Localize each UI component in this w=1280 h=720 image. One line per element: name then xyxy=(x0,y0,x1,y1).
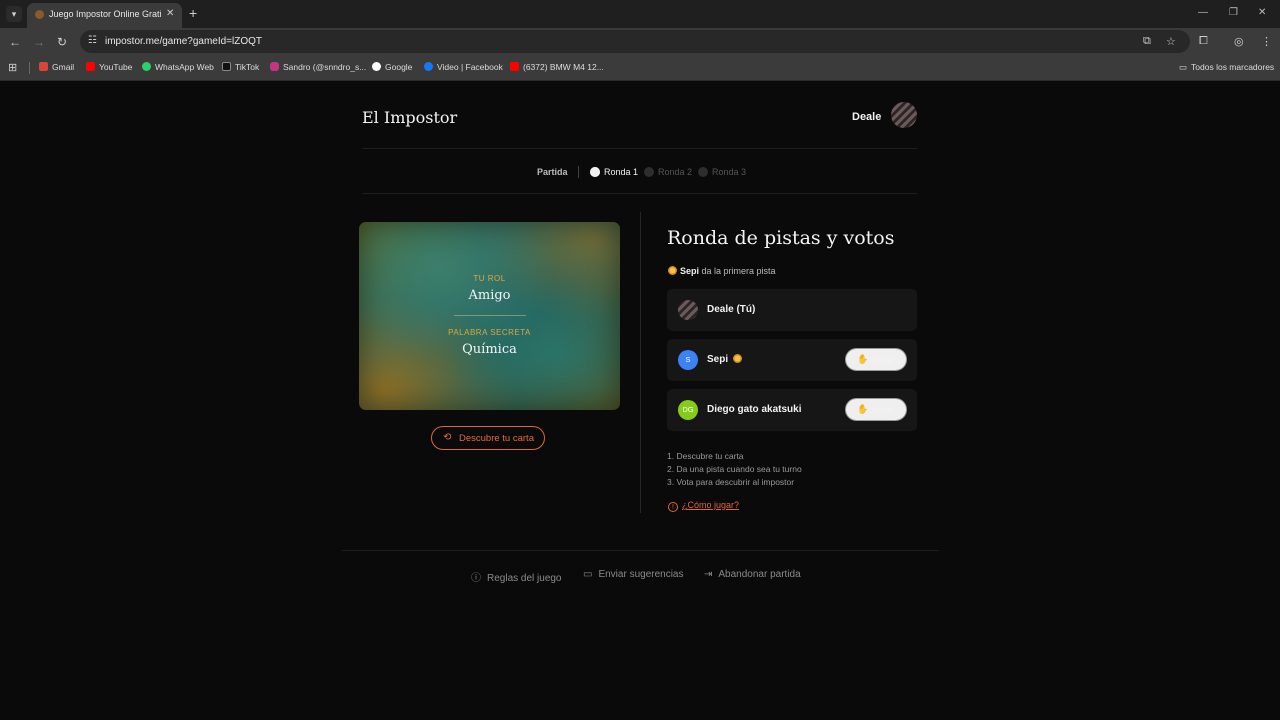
how-to-play-link[interactable]: ! ¿Cómo jugar? xyxy=(668,500,739,512)
vote-button[interactable]: ✋ Votar xyxy=(845,348,907,371)
site-info-icon[interactable]: ☷ xyxy=(88,35,97,46)
bookmark-google[interactable]: Google xyxy=(372,62,412,72)
role-card[interactable]: TU ROL Amigo PALABRA SECRETA Química xyxy=(359,222,620,410)
youtube-icon xyxy=(510,62,519,71)
player-name: Diego gato akatsuki xyxy=(707,404,802,415)
instagram-icon xyxy=(270,62,279,71)
bookmark-gmail[interactable]: Gmail xyxy=(39,62,74,72)
player-avatar xyxy=(678,300,698,320)
hand-icon: ✋ xyxy=(857,354,869,364)
player-row: DG Diego gato akatsuki ✋ Votar xyxy=(667,389,917,431)
reveal-card-label: Descubre tu carta xyxy=(459,433,534,444)
url-text[interactable]: impostor.me/game?gameId=lZOQT xyxy=(105,36,262,47)
minimize-icon[interactable]: — xyxy=(1198,7,1208,18)
youtube-icon xyxy=(86,62,95,71)
secret-word-label: PALABRA SECRETA xyxy=(448,328,531,337)
instruction-item: 3. Vota para descubrir al impostor xyxy=(667,477,795,487)
info-icon: ⓘ xyxy=(471,573,481,584)
forward-icon[interactable]: → xyxy=(33,35,45,49)
round-2-dot-icon xyxy=(644,167,654,177)
player-name: Deale (Tú) xyxy=(707,304,756,315)
player-name: Sepi xyxy=(707,354,743,365)
tab-title: Juego Impostor Online Gratis - xyxy=(49,9,161,19)
instruction-item: 1. Descubre tu carta xyxy=(667,451,744,461)
rules-link[interactable]: ⓘ Reglas del juego xyxy=(471,569,562,584)
close-tab-icon[interactable]: ✕ xyxy=(166,8,174,19)
column-divider xyxy=(640,212,641,513)
restore-icon[interactable]: ❐ xyxy=(1229,7,1238,18)
game-page: El Impostor Deale Partida Ronda 1 Ronda … xyxy=(0,81,1280,720)
progress-label: Partida xyxy=(537,167,568,177)
sun-icon xyxy=(668,266,677,275)
brand-title[interactable]: El Impostor xyxy=(362,108,457,127)
turn-hint: Sepi da la primera pista xyxy=(668,266,776,276)
address-bar[interactable]: ☷ impostor.me/game?gameId=lZOQT ⧉ ☆ xyxy=(80,30,1190,53)
browser-chrome: ▾ Juego Impostor Online Gratis - ✕ + — ❐… xyxy=(0,0,1280,81)
extensions-icon[interactable]: ⧠ xyxy=(1199,35,1208,48)
bookmark-youtube-bmw[interactable]: (6372) BMW M4 12... xyxy=(510,62,604,72)
header-divider xyxy=(362,148,917,149)
back-icon[interactable]: ← xyxy=(9,35,21,49)
progress-divider xyxy=(362,193,917,194)
all-bookmarks[interactable]: ▭ Todos los marcadores xyxy=(1179,62,1274,73)
role-label: TU ROL xyxy=(473,274,506,283)
bookmark-instagram[interactable]: Sandro (@snndro_s... xyxy=(270,62,366,72)
tab-strip: ▾ Juego Impostor Online Gratis - ✕ + — ❐… xyxy=(0,0,1280,28)
round-3-dot-icon xyxy=(698,167,708,177)
round-title: Ronda de pistas y votos xyxy=(667,227,895,249)
vote-button[interactable]: ✋ Votar xyxy=(845,398,907,421)
suggestions-link[interactable]: ▭ Enviar sugerencias xyxy=(583,569,684,580)
hint-text: da la primera pista xyxy=(699,266,776,276)
hint-player: Sepi xyxy=(680,266,700,276)
bookmarks-separator xyxy=(29,62,30,74)
site-favicon-icon xyxy=(35,10,44,19)
bookmark-tiktok[interactable]: TikTok xyxy=(222,62,259,72)
bookmark-star-icon[interactable]: ☆ xyxy=(1166,35,1176,48)
username: Deale xyxy=(852,111,882,123)
tiktok-icon xyxy=(222,62,231,71)
bookmark-youtube[interactable]: YouTube xyxy=(86,62,132,72)
user-avatar[interactable] xyxy=(891,102,917,128)
round-1-dot-icon xyxy=(590,167,600,177)
folder-icon: ▭ xyxy=(1179,62,1188,72)
reload-icon[interactable]: ↻ xyxy=(57,35,67,49)
player-avatar: DG xyxy=(678,400,698,420)
info-icon: ! xyxy=(668,502,678,512)
apps-grid-icon[interactable]: ⊞ xyxy=(8,61,17,74)
install-app-icon[interactable]: ⧉ xyxy=(1143,35,1151,48)
player-avatar: S xyxy=(678,350,698,370)
reveal-card-button[interactable]: ⟲ Descubre tu carta xyxy=(431,426,545,450)
hand-icon: ✋ xyxy=(857,404,869,414)
card-divider xyxy=(454,315,526,316)
round-1-label: Ronda 1 xyxy=(604,167,639,177)
round-3-label: Ronda 3 xyxy=(712,167,747,177)
bookmark-facebook[interactable]: Video | Facebook xyxy=(424,62,503,72)
refresh-icon: ⟲ xyxy=(443,432,452,443)
player-row: S Sepi ✋ Votar xyxy=(667,339,917,381)
browser-tab[interactable]: Juego Impostor Online Gratis - ✕ xyxy=(27,3,182,28)
sun-icon xyxy=(733,354,743,363)
profile-icon[interactable]: ◎ xyxy=(1234,35,1244,48)
role-value: Amigo xyxy=(468,288,511,303)
instruction-item: 2. Da una pista cuando sea tu turno xyxy=(667,464,802,474)
browser-toolbar: ← → ↻ ☷ impostor.me/game?gameId=lZOQT ⧉ … xyxy=(0,28,1280,55)
gmail-icon xyxy=(39,62,48,71)
new-tab-icon[interactable]: + xyxy=(189,5,197,21)
whatsapp-icon xyxy=(142,62,151,71)
tab-search-icon[interactable]: ▾ xyxy=(6,6,22,22)
facebook-icon xyxy=(424,62,433,71)
leave-game-link[interactable]: ⇥ Abandonar partida xyxy=(704,569,801,580)
footer-divider xyxy=(342,550,939,551)
round-2-label: Ronda 2 xyxy=(658,167,693,177)
google-icon xyxy=(372,62,381,71)
menu-icon[interactable]: ⋮ xyxy=(1261,35,1272,48)
bookmarks-bar: ⊞ Gmail YouTube WhatsApp Web TikTok Sand… xyxy=(0,55,1280,81)
player-row: Deale (Tú) xyxy=(667,289,917,331)
message-icon: ▭ xyxy=(583,569,593,580)
secret-word-value: Química xyxy=(462,342,517,357)
bookmark-whatsapp[interactable]: WhatsApp Web xyxy=(142,62,214,72)
close-window-icon[interactable]: ✕ xyxy=(1258,7,1266,18)
exit-icon: ⇥ xyxy=(704,569,713,580)
progress-separator xyxy=(578,166,579,178)
